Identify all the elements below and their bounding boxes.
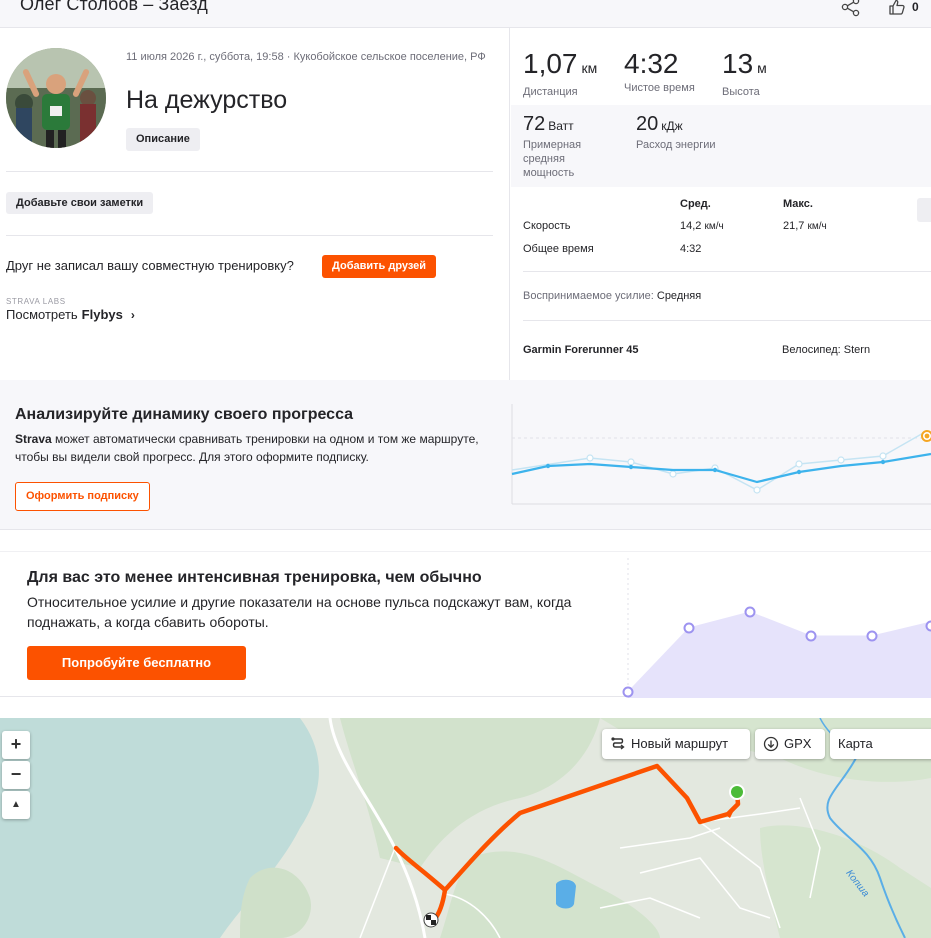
effort-text: Относительное усилие и другие показатели… xyxy=(27,594,572,630)
stat-distance: 1,07 км Дистанция xyxy=(523,48,597,98)
moving-time-label: Чистое время xyxy=(624,82,695,94)
strava-labs-label: STRAVA LABS xyxy=(6,297,66,306)
col-max: Макс. xyxy=(783,198,813,210)
energy-value: 20 xyxy=(636,113,659,135)
progress-upsell: Анализируйте динамику своего прогресса S… xyxy=(0,380,931,530)
zoom-out-button[interactable]: − xyxy=(2,761,30,789)
power-label: Примерная средняя мощность xyxy=(523,139,582,179)
subscribe-button[interactable]: Оформить подписку xyxy=(15,482,150,511)
friend-question: Друг не записал вашу совместную трениров… xyxy=(6,258,294,273)
activity-title: На дежурство xyxy=(126,86,288,114)
perceived-value: Средняя xyxy=(656,290,702,302)
try-free-button[interactable]: Попробуйте бесплатно xyxy=(27,646,246,680)
progress-trend-preview xyxy=(511,404,931,505)
row-max: 21,7 км/ч xyxy=(783,220,827,232)
activity-map[interactable]: + − ▲ Новый маршрут GPX Карта Копша xyxy=(0,718,931,938)
flybys-name: Flybys xyxy=(81,307,123,322)
add-notes-button[interactable]: Добавьте свои заметки xyxy=(6,192,154,214)
bike-info: Велосипед: Stern xyxy=(782,344,871,356)
stats-side-tab[interactable] xyxy=(917,198,931,222)
distance-value: 1,07 xyxy=(523,48,578,79)
perceived-exertion: Воспринимаемое усилие: Средняя xyxy=(523,290,702,302)
distance-unit: км xyxy=(581,60,598,76)
map-type-value: Карта xyxy=(838,736,873,751)
new-route-button[interactable]: Новый маршрут xyxy=(602,729,750,759)
upsell-title: Анализируйте динамику своего прогресса xyxy=(15,406,354,423)
activity-summary: 11 июля 2026 г., суббота, 19:58 · Кукобо… xyxy=(0,28,510,380)
energy-label: Расход энергии xyxy=(636,139,716,151)
gpx-label: GPX xyxy=(784,736,812,751)
kudos-count: 0 xyxy=(912,0,919,14)
effort-title: Для вас это менее интенсивная тренировка… xyxy=(27,569,482,586)
power-unit: Ватт xyxy=(548,119,574,133)
route-icon xyxy=(611,737,625,750)
secondary-stats: 72 Ватт Примерная средняя мощность 20 кДж … xyxy=(511,105,931,187)
row-avg: 4:32 xyxy=(680,243,702,255)
stat-elevation: 13 м Высота xyxy=(722,48,767,98)
power-value: 72 xyxy=(523,113,546,135)
thumbs-up-icon xyxy=(889,0,905,15)
effort-chart-preview xyxy=(622,558,931,698)
row-label: Скорость xyxy=(523,220,571,232)
kudos-button[interactable]: 0 xyxy=(888,0,919,18)
divider xyxy=(6,235,493,236)
divider xyxy=(523,271,931,272)
elevation-value: 13 xyxy=(722,48,754,79)
map-type-select[interactable]: Карта xyxy=(830,729,931,759)
energy-unit: кДж xyxy=(661,119,683,133)
activity-meta: 11 июля 2026 г., суббота, 19:58 · Кукобо… xyxy=(126,51,486,63)
relative-effort-upsell: Для вас это менее интенсивная тренировка… xyxy=(0,551,931,698)
activity-header: Олег Столбов – Заезд 0 xyxy=(0,0,931,28)
chevron-right-icon: › xyxy=(130,307,135,322)
elevation-label: Высота xyxy=(722,86,760,98)
compass-button[interactable]: ▲ xyxy=(2,791,30,819)
flybys-prefix: Посмотреть xyxy=(6,307,78,322)
moving-time-value: 4:32 xyxy=(624,48,679,79)
zoom-in-button[interactable]: + xyxy=(2,731,30,759)
stat-power: 72 Ватт Примерная средняя мощность xyxy=(523,113,603,180)
row-label: Общее время xyxy=(523,243,594,255)
gpx-button[interactable]: GPX xyxy=(755,729,825,759)
avatar[interactable] xyxy=(6,48,106,148)
share-button[interactable] xyxy=(840,0,862,18)
stat-energy: 20 кДж Расход энергии xyxy=(636,113,756,152)
stat-moving-time: 4:32 Чистое время xyxy=(624,48,695,94)
description-button[interactable]: Описание xyxy=(126,128,200,151)
bike-value: Stern xyxy=(843,344,871,356)
col-avg: Сред. xyxy=(680,198,711,210)
distance-label: Дистанция xyxy=(523,86,578,98)
upsell-text: Strava может автоматически сравнивать тр… xyxy=(15,432,479,464)
divider xyxy=(523,320,931,321)
elevation-unit: м xyxy=(757,60,767,76)
download-icon xyxy=(763,736,779,752)
page-title: Олег Столбов – Заезд xyxy=(20,0,208,14)
divider xyxy=(6,171,493,172)
flybys-link[interactable]: Посмотреть Flybys › xyxy=(6,307,135,322)
device-name: Garmin Forerunner 45 xyxy=(523,344,639,356)
activity-stats: 1,07 км Дистанция 4:32 Чистое время 13 м В… xyxy=(511,28,931,380)
add-friends-button[interactable]: Добавить друзей xyxy=(322,255,437,278)
row-avg: 14,2 км/ч xyxy=(680,220,724,232)
share-icon xyxy=(841,0,860,17)
new-route-label: Новый маршрут xyxy=(631,736,729,751)
